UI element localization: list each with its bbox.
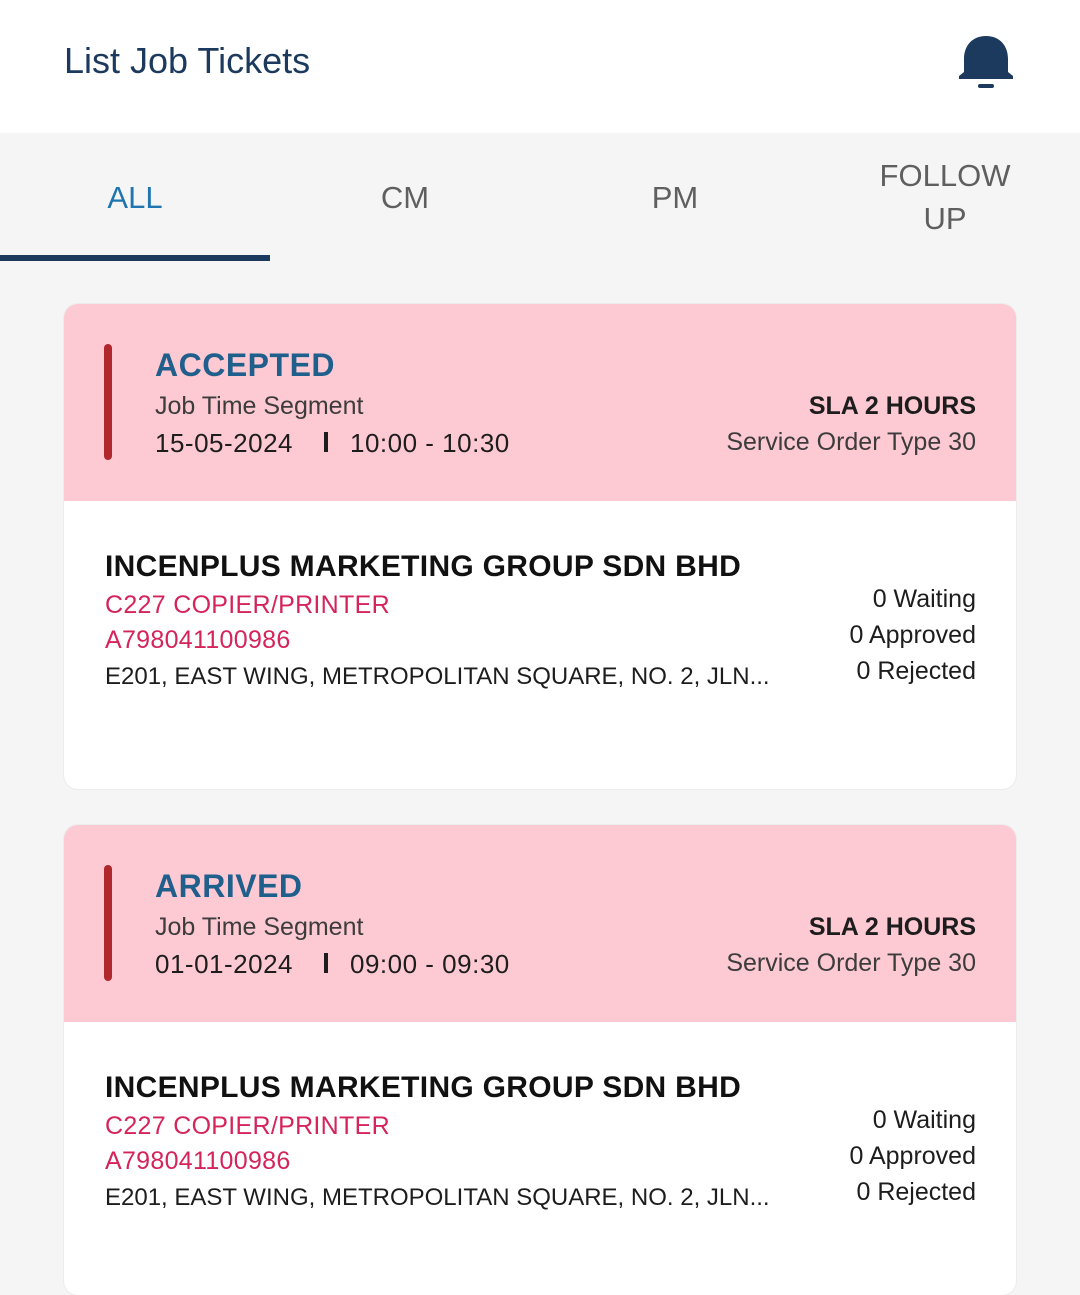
job-time-range: 10:00 - 10:30 (350, 428, 510, 458)
serial-number: A798041100986 (105, 1147, 291, 1175)
ticket-card[interactable]: ARRIVED Job Time Segment 01-01-2024 09:0… (64, 825, 1016, 1295)
job-date: 15-05-2024 (155, 428, 293, 458)
tab-all-label: ALL (107, 179, 163, 215)
sla-label: SLA 2 HOURS (808, 913, 976, 941)
tab-follow-up[interactable]: FOLLOW UP (810, 133, 1080, 261)
waiting-count: 0 Waiting (872, 1106, 976, 1134)
tab-cm[interactable]: CM (270, 133, 540, 261)
product-name: C227 COPIER/PRINTER (105, 591, 390, 619)
approved-count: 0 Approved (849, 1142, 977, 1170)
ticket-card[interactable]: ACCEPTED Job Time Segment 15-05-2024 10:… (64, 304, 1016, 789)
tab-bar: ALL CM PM FOLLOW UP (0, 133, 1080, 261)
address: E201, EAST WING, METROPOLITAN SQUARE, NO… (105, 1184, 770, 1211)
waiting-count: 0 Waiting (872, 585, 976, 613)
tab-all[interactable]: ALL (0, 133, 270, 261)
service-order-type: Service Order Type 30 (726, 949, 976, 977)
app-header: List Job Tickets (0, 0, 1080, 133)
tab-pm[interactable]: PM (540, 133, 810, 261)
sla-label: SLA 2 HOURS (808, 392, 976, 420)
tab-cm-label: CM (380, 179, 430, 215)
job-time-segment-label: Job Time Segment (155, 392, 364, 420)
job-date: 01-01-2024 (155, 949, 293, 979)
tab-follow-up-label: FOLLOW UP (879, 158, 1011, 236)
page-title: List Job Tickets (64, 40, 311, 81)
date-time-divider (324, 432, 328, 452)
job-time-segment-label: Job Time Segment (155, 913, 364, 941)
approved-count: 0 Approved (849, 621, 977, 649)
company-name: INCENPLUS MARKETING GROUP SDN BHD (105, 550, 742, 583)
ticket-status: ARRIVED (155, 868, 303, 904)
rejected-count: 0 Rejected (856, 657, 976, 685)
tab-pm-label: PM (651, 179, 699, 215)
ticket-card-header: ARRIVED Job Time Segment 01-01-2024 09:0… (64, 825, 1016, 1022)
status-accent-bar (104, 344, 112, 460)
address: E201, EAST WING, METROPOLITAN SQUARE, NO… (105, 663, 770, 690)
product-name: C227 COPIER/PRINTER (105, 1112, 390, 1140)
date-time-divider (324, 953, 328, 973)
serial-number: A798041100986 (105, 626, 291, 654)
rejected-count: 0 Rejected (856, 1178, 976, 1206)
ticket-status: ACCEPTED (155, 347, 336, 383)
job-time-range: 09:00 - 09:30 (350, 949, 510, 979)
bell-icon[interactable] (955, 32, 1017, 92)
service-order-type: Service Order Type 30 (726, 428, 976, 456)
company-name: INCENPLUS MARKETING GROUP SDN BHD (105, 1071, 742, 1104)
active-tab-indicator (0, 255, 270, 261)
ticket-card-header: ACCEPTED Job Time Segment 15-05-2024 10:… (64, 304, 1016, 501)
status-accent-bar (104, 865, 112, 981)
